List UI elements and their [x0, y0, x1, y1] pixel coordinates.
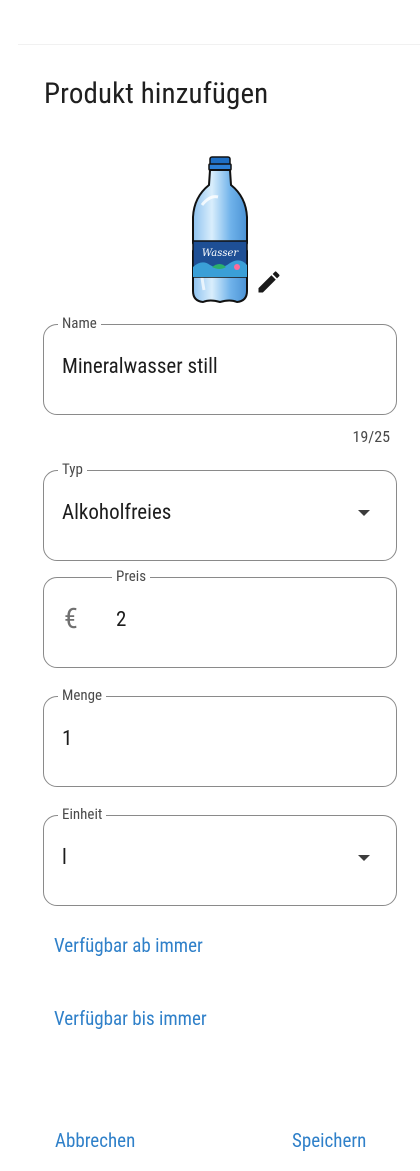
product-image[interactable]: Wasser [190, 155, 250, 305]
dialog-title: Produkt hinzufügen [44, 77, 269, 111]
available-until-link[interactable]: Verfügbar bis immer [54, 1006, 207, 1032]
name-character-counter: 19/25 [352, 427, 390, 446]
type-field-value: Alkoholfreies [62, 501, 172, 525]
euro-icon: € [64, 602, 78, 635]
name-field[interactable]: Name Mineralwasser still [43, 313, 397, 415]
quantity-field-label: Menge [58, 685, 107, 705]
available-from-link[interactable]: Verfügbar ab immer [54, 933, 203, 959]
price-field[interactable]: Preis € 2 [43, 566, 397, 668]
type-field-label: Typ [58, 459, 87, 479]
price-field-value: 2 [116, 608, 127, 632]
top-divider [18, 44, 420, 45]
cancel-button[interactable]: Abbrechen [55, 1128, 135, 1154]
quantity-field[interactable]: Menge 1 [43, 685, 397, 787]
price-field-label: Preis [112, 566, 151, 586]
unit-field-value: l [62, 846, 67, 870]
bottle-label-text: Wasser [202, 248, 240, 259]
name-field-value: Mineralwasser still [62, 355, 218, 379]
save-button[interactable]: Speichern [292, 1128, 366, 1154]
type-select[interactable]: Typ Alkoholfreies [43, 459, 397, 561]
pencil-icon[interactable] [255, 268, 283, 296]
unit-select[interactable]: Einheit l [43, 804, 397, 906]
arrow-drop-down-icon[interactable] [358, 510, 370, 516]
arrow-drop-down-icon[interactable] [358, 855, 370, 861]
quantity-field-value: 1 [62, 727, 73, 751]
unit-field-label: Einheit [58, 804, 107, 824]
name-field-label: Name [58, 313, 101, 333]
